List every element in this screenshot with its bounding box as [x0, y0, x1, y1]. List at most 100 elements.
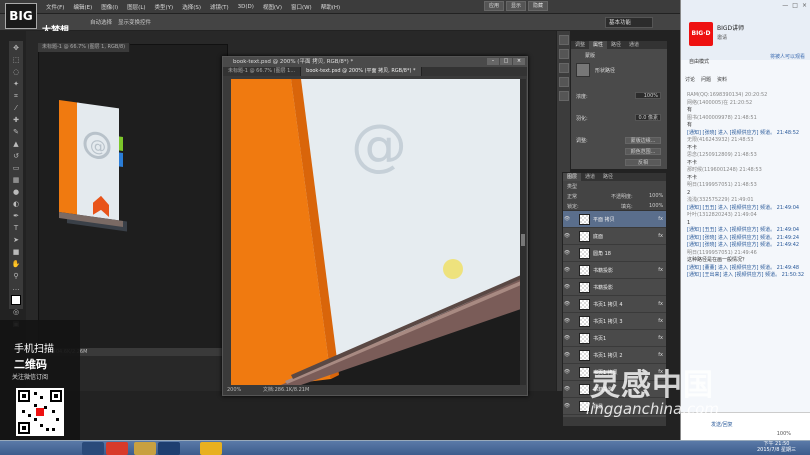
more-tools-icon[interactable]: …	[11, 283, 21, 293]
transform-controls-checkbox[interactable]: 显示变换控件	[118, 18, 151, 26]
taskbar-app-icon[interactable]	[134, 442, 156, 455]
feather-field[interactable]: 0.0 像素	[635, 114, 661, 121]
lasso-tool-icon[interactable]: ◌	[11, 67, 21, 77]
healing-tool-icon[interactable]: ✚	[11, 115, 21, 125]
maximize-button[interactable]: □	[500, 58, 512, 65]
eye-icon[interactable]: 👁	[563, 267, 571, 273]
gradient-tool-icon[interactable]: ▦	[11, 175, 21, 185]
eyedropper-tool-icon[interactable]: ⁄	[11, 103, 21, 113]
pen-tool-icon[interactable]: ✒	[11, 211, 21, 221]
menu-image[interactable]: 图像(I)	[101, 3, 118, 11]
chat-zoom[interactable]: 100%	[777, 431, 791, 437]
quick-mask-icon[interactable]: ◎	[11, 307, 21, 317]
eye-icon[interactable]: 👁	[563, 250, 571, 256]
workspace-select[interactable]: 基本功能	[605, 17, 653, 28]
menu-layer[interactable]: 图层(L)	[127, 3, 145, 11]
menu-view[interactable]: 视图(V)	[263, 3, 282, 11]
layer-row[interactable]: 👁 书页1 fx	[563, 330, 666, 347]
chat-maximize-button[interactable]: □	[792, 2, 798, 9]
density-field[interactable]: 100%	[635, 92, 661, 99]
zoom-level[interactable]: 200%	[227, 387, 241, 393]
tab-layers[interactable]: 图层	[563, 173, 582, 181]
move-tool-icon[interactable]: ✥	[11, 43, 21, 53]
eye-icon[interactable]: 👁	[563, 369, 571, 375]
eye-icon[interactable]: 👁	[563, 216, 571, 222]
mask-edge-button[interactable]: 蒙版边缘...	[625, 137, 661, 144]
hand-tool-icon[interactable]: ✋	[11, 259, 21, 269]
tab-properties[interactable]: 属性	[589, 41, 608, 49]
stamp-tool-icon[interactable]: ▲	[11, 139, 21, 149]
layer-kind-filter[interactable]: 类型	[567, 183, 577, 190]
taskbar-powerpoint-icon[interactable]	[106, 442, 128, 455]
shape-tool-icon[interactable]: ■	[11, 247, 21, 257]
tab-layer-paths[interactable]: 路径	[599, 173, 617, 181]
brush-tool-icon[interactable]: ✎	[11, 127, 21, 137]
menu-help[interactable]: 帮助(H)	[321, 3, 340, 11]
tab-files[interactable]: 资料	[717, 76, 727, 83]
document-2-canvas[interactable]: @	[231, 79, 521, 385]
blend-mode-select[interactable]: 正常	[567, 193, 577, 200]
blur-tool-icon[interactable]: ●	[11, 187, 21, 197]
tab-questions[interactable]: 问题	[701, 76, 711, 83]
hide-button[interactable]: 隐藏	[528, 1, 548, 11]
actions-panel-icon[interactable]	[558, 49, 569, 59]
scroll-thumb[interactable]	[521, 234, 525, 246]
brush-panel-icon[interactable]	[558, 63, 569, 73]
doc2-tab-untitled[interactable]: 未标题-1 @ 66.7% (图层 1...	[223, 67, 302, 76]
taskbar-photoshop-icon[interactable]	[158, 442, 180, 455]
eye-icon[interactable]: 👁	[563, 301, 571, 307]
mask-thumbnail[interactable]	[576, 63, 590, 77]
layer-row[interactable]: 👁 底面 fx	[563, 228, 666, 245]
eye-icon[interactable]: 👁	[563, 335, 571, 341]
tab-layer-channels[interactable]: 通道	[581, 173, 599, 181]
character-panel-icon[interactable]	[558, 77, 569, 87]
text-tool-icon[interactable]: T	[11, 223, 21, 233]
layer-row[interactable]: 👁 书页1 拷贝 4 fx	[563, 296, 666, 313]
layer-row[interactable]: 👁 圆角 18	[563, 245, 666, 262]
eye-icon[interactable]: 👁	[563, 386, 571, 392]
tab-discussion[interactable]: 讨论	[685, 76, 695, 83]
eye-icon[interactable]: 👁	[563, 318, 571, 324]
opacity-field[interactable]: 100%	[649, 193, 663, 199]
history-brush-tool-icon[interactable]: ↺	[11, 151, 21, 161]
layer-row[interactable]: 👁 书籍投影	[563, 279, 666, 296]
paragraph-panel-icon[interactable]	[558, 91, 569, 101]
close-button[interactable]: ×	[513, 58, 525, 65]
crop-tool-icon[interactable]: ⌗	[11, 91, 21, 101]
doc1-tab-untitled[interactable]: 未标题-1 @ 66.7% (图层 1, RGB/8)	[38, 43, 131, 52]
menu-3d[interactable]: 3D(D)	[238, 4, 254, 10]
zoom-tool-icon[interactable]: ⚲	[11, 271, 21, 281]
tab-paths[interactable]: 路径	[607, 41, 625, 49]
eye-icon[interactable]: 👁	[563, 403, 571, 409]
menu-window[interactable]: 窗口(W)	[291, 3, 312, 11]
tab-adjustments[interactable]: 调整	[571, 41, 589, 49]
send-hint[interactable]: 发送/回复	[711, 421, 733, 428]
viewer-link[interactable]: 将被人可以观看	[770, 53, 805, 60]
eye-icon[interactable]: 👁	[563, 352, 571, 358]
taskbar-messenger-icon[interactable]	[200, 442, 222, 455]
auto-select-checkbox[interactable]: 自动选择	[90, 18, 112, 26]
invert-button[interactable]: 反相	[625, 159, 661, 166]
document-2-scrollbar[interactable]	[520, 79, 526, 385]
layer-row[interactable]: 👁 平面 拷贝 fx	[563, 211, 666, 228]
menu-file[interactable]: 文件(F)	[46, 3, 64, 11]
magic-wand-tool-icon[interactable]: ✦	[11, 79, 21, 89]
layer-row[interactable]: 👁 书籍投影 fx	[563, 262, 666, 279]
apply-button[interactable]: 应用	[484, 1, 504, 11]
dodge-tool-icon[interactable]: ◐	[11, 199, 21, 209]
fill-field[interactable]: 100%	[649, 203, 663, 209]
menu-select[interactable]: 选择(S)	[182, 3, 201, 11]
menu-type[interactable]: 类型(Y)	[155, 3, 174, 11]
invite-link[interactable]: 邀请	[717, 34, 727, 41]
document-2-titlebar[interactable]: book-text.psd @ 200% (平面 拷贝, RGB/8*) * –…	[223, 57, 527, 67]
minimize-button[interactable]: –	[487, 58, 499, 65]
eraser-tool-icon[interactable]: ▭	[11, 163, 21, 173]
clock[interactable]: 下午 21:50 2015/7/8 星期三	[757, 441, 796, 453]
path-select-tool-icon[interactable]: ➤	[11, 235, 21, 245]
history-panel-icon[interactable]	[558, 35, 569, 45]
doc2-tab-book-text[interactable]: book-text.psd @ 200% (平面 拷贝, RGB/8*) *	[301, 67, 422, 76]
show-button[interactable]: 显示	[506, 1, 526, 11]
color-swatch-icon[interactable]	[11, 295, 21, 305]
color-range-button[interactable]: 颜色范围...	[625, 148, 661, 155]
tab-channels[interactable]: 通道	[625, 41, 643, 49]
